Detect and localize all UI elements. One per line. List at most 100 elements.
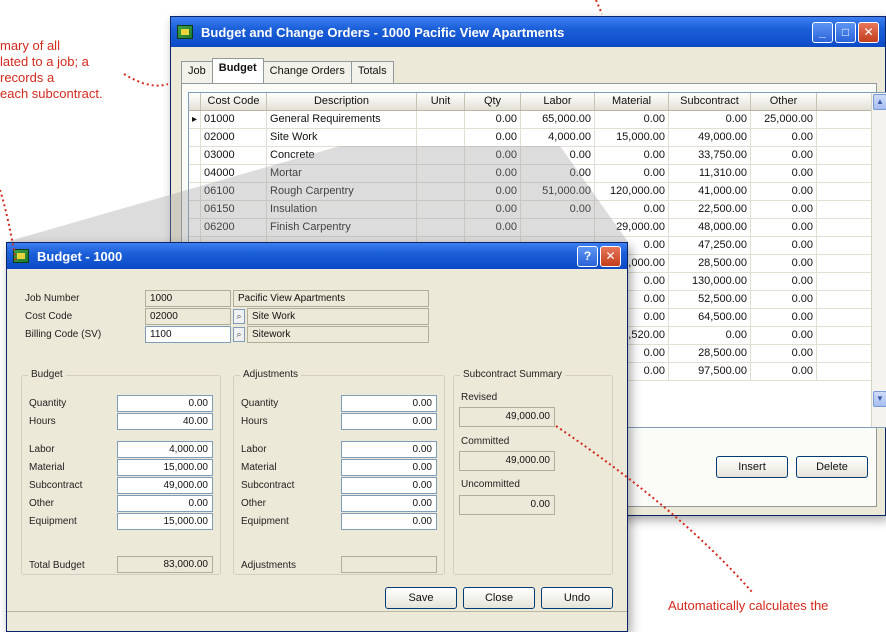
cell-material[interactable]: 0.00 bbox=[595, 147, 669, 164]
delete-button[interactable]: Delete bbox=[796, 456, 868, 478]
cell-sub[interactable]: 49,000.00 bbox=[669, 129, 751, 146]
search-icon[interactable]: ⌕ bbox=[233, 327, 245, 342]
table-row[interactable]: 04000 Mortar 0.00 0.00 0.00 11,310.00 0.00 bbox=[189, 165, 886, 183]
cell-qty[interactable]: 0.00 bbox=[465, 165, 521, 182]
cell-material[interactable]: 15,000.00 bbox=[595, 129, 669, 146]
cell-other[interactable]: 0.00 bbox=[751, 291, 817, 308]
adjust-labor-field[interactable]: 0.00 bbox=[341, 441, 437, 458]
col-material[interactable]: Material bbox=[595, 93, 669, 110]
cell-sub[interactable]: 28,500.00 bbox=[669, 255, 751, 272]
cell-sub[interactable]: 97,500.00 bbox=[669, 363, 751, 380]
row-selector[interactable] bbox=[189, 165, 201, 182]
close-icon[interactable]: ✕ bbox=[600, 245, 621, 267]
cell-material[interactable]: 0.00 bbox=[595, 165, 669, 182]
budget-material-field[interactable]: 15,000.00 bbox=[117, 459, 213, 476]
insert-button[interactable]: Insert bbox=[716, 456, 788, 478]
cell-unit[interactable] bbox=[417, 165, 465, 182]
cell-other[interactable]: 0.00 bbox=[751, 255, 817, 272]
cell-code[interactable]: 04000 bbox=[201, 165, 267, 182]
cell-labor[interactable]: 0.00 bbox=[521, 147, 595, 164]
cell-material[interactable]: 0.00 bbox=[595, 111, 669, 128]
cell-labor[interactable]: 4,000.00 bbox=[521, 129, 595, 146]
cell-sub[interactable]: 41,000.00 bbox=[669, 183, 751, 200]
scroll-up-icon[interactable]: ▲ bbox=[873, 94, 886, 110]
cell-code[interactable]: 06150 bbox=[201, 201, 267, 218]
cell-desc[interactable]: Concrete bbox=[267, 147, 417, 164]
row-selector[interactable] bbox=[189, 201, 201, 218]
cell-sub[interactable]: 64,500.00 bbox=[669, 309, 751, 326]
table-row[interactable]: 06150 Insulation 0.00 0.00 0.00 22,500.00 0.00 bbox=[189, 201, 886, 219]
close-icon[interactable]: ✕ bbox=[858, 21, 879, 43]
undo-button[interactable]: Undo bbox=[541, 587, 613, 609]
col-unit[interactable]: Unit bbox=[417, 93, 465, 110]
cell-desc[interactable]: General Requirements bbox=[267, 111, 417, 128]
cell-unit[interactable] bbox=[417, 147, 465, 164]
adjust-quantity-field[interactable]: 0.00 bbox=[341, 395, 437, 412]
billing-code-field[interactable]: 1100 bbox=[145, 326, 231, 343]
tab-job[interactable]: Job bbox=[181, 61, 213, 83]
cell-other[interactable]: 0.00 bbox=[751, 273, 817, 290]
cell-other[interactable]: 0.00 bbox=[751, 345, 817, 362]
cell-labor[interactable] bbox=[521, 219, 595, 236]
minimize-icon[interactable]: _ bbox=[812, 21, 833, 43]
cell-code[interactable]: 06200 bbox=[201, 219, 267, 236]
col-labor[interactable]: Labor bbox=[521, 93, 595, 110]
cell-qty[interactable]: 0.00 bbox=[465, 111, 521, 128]
cell-material[interactable]: 29,000.00 bbox=[595, 219, 669, 236]
cell-other[interactable]: 0.00 bbox=[751, 165, 817, 182]
help-icon[interactable]: ? bbox=[577, 245, 598, 267]
cell-material[interactable]: 0.00 bbox=[595, 201, 669, 218]
cell-qty[interactable]: 0.00 bbox=[465, 183, 521, 200]
cell-qty[interactable]: 0.00 bbox=[465, 129, 521, 146]
col-other[interactable]: Other bbox=[751, 93, 817, 110]
cell-desc[interactable]: Rough Carpentry bbox=[267, 183, 417, 200]
col-qty[interactable]: Qty bbox=[465, 93, 521, 110]
cell-qty[interactable]: 0.00 bbox=[465, 201, 521, 218]
current-row-indicator[interactable]: ▸ bbox=[189, 111, 201, 128]
tab-budget[interactable]: Budget bbox=[211, 58, 264, 83]
budget-hours-field[interactable]: 40.00 bbox=[117, 413, 213, 430]
row-selector[interactable] bbox=[189, 219, 201, 236]
table-row[interactable]: 02000 Site Work 0.00 4,000.00 15,000.00 49,00… bbox=[189, 129, 886, 147]
tab-change-orders[interactable]: Change Orders bbox=[262, 61, 352, 83]
cell-other[interactable]: 0.00 bbox=[751, 183, 817, 200]
cell-other[interactable]: 0.00 bbox=[751, 237, 817, 254]
table-row[interactable]: 03000 Concrete 0.00 0.00 0.00 33,750.00 0.00 bbox=[189, 147, 886, 165]
cell-other[interactable]: 0.00 bbox=[751, 129, 817, 146]
cell-labor[interactable]: 0.00 bbox=[521, 165, 595, 182]
cell-sub[interactable]: 0.00 bbox=[669, 327, 751, 344]
cell-labor[interactable]: 65,000.00 bbox=[521, 111, 595, 128]
cell-code[interactable]: 01000 bbox=[201, 111, 267, 128]
cell-material[interactable]: 120,000.00 bbox=[595, 183, 669, 200]
budget-title-bar[interactable]: Budget - 1000 ? ✕ bbox=[7, 243, 627, 269]
cell-sub[interactable]: 0.00 bbox=[669, 111, 751, 128]
cell-other[interactable]: 0.00 bbox=[751, 147, 817, 164]
tab-totals[interactable]: Totals bbox=[350, 61, 394, 83]
budget-other-field[interactable]: 0.00 bbox=[117, 495, 213, 512]
cell-sub[interactable]: 47,250.00 bbox=[669, 237, 751, 254]
cell-sub[interactable]: 33,750.00 bbox=[669, 147, 751, 164]
cell-other[interactable]: 25,000.00 bbox=[751, 111, 817, 128]
cell-desc[interactable]: Insulation bbox=[267, 201, 417, 218]
adjust-material-field[interactable]: 0.00 bbox=[341, 459, 437, 476]
cell-other[interactable]: 0.00 bbox=[751, 219, 817, 236]
cell-labor[interactable]: 51,000.00 bbox=[521, 183, 595, 200]
cell-unit[interactable] bbox=[417, 201, 465, 218]
maximize-icon[interactable]: □ bbox=[835, 21, 856, 43]
cell-qty[interactable]: 0.00 bbox=[465, 147, 521, 164]
col-description[interactable]: Description bbox=[267, 93, 417, 110]
cell-qty[interactable]: 0.00 bbox=[465, 219, 521, 236]
save-button[interactable]: Save bbox=[385, 587, 457, 609]
budget-labor-field[interactable]: 4,000.00 bbox=[117, 441, 213, 458]
adjust-other-field[interactable]: 0.00 bbox=[341, 495, 437, 512]
cell-other[interactable]: 0.00 bbox=[751, 327, 817, 344]
cell-code[interactable]: 03000 bbox=[201, 147, 267, 164]
adjust-equipment-field[interactable]: 0.00 bbox=[341, 513, 437, 530]
cell-other[interactable]: 0.00 bbox=[751, 309, 817, 326]
cell-unit[interactable] bbox=[417, 111, 465, 128]
cell-unit[interactable] bbox=[417, 183, 465, 200]
cell-unit[interactable] bbox=[417, 219, 465, 236]
budget-quantity-field[interactable]: 0.00 bbox=[117, 395, 213, 412]
table-row[interactable]: 06100 Rough Carpentry 0.00 51,000.00 120,000… bbox=[189, 183, 886, 201]
cell-sub[interactable]: 48,000.00 bbox=[669, 219, 751, 236]
